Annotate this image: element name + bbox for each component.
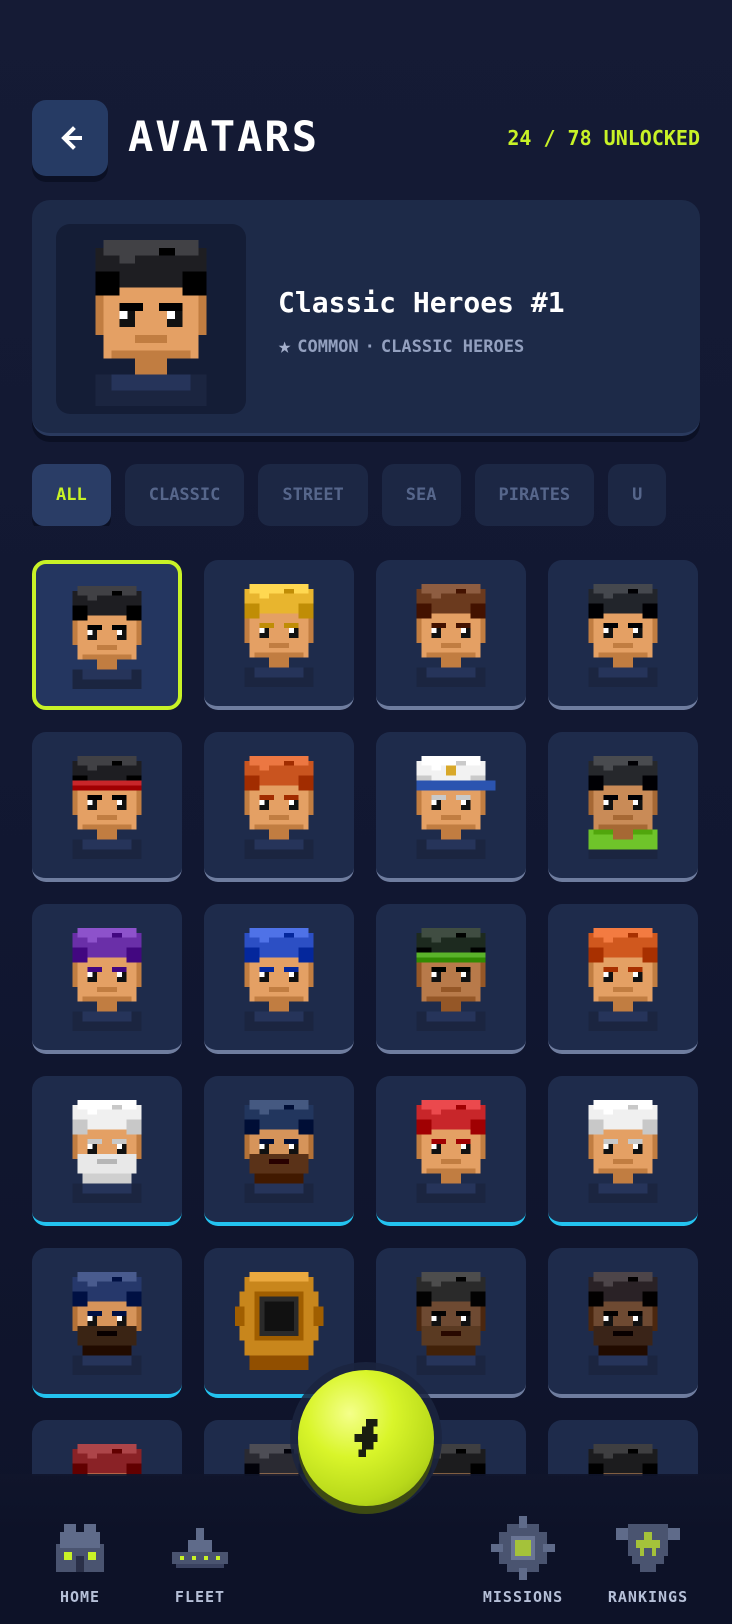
selected-avatar-name: Classic Heroes #1 [278, 286, 565, 319]
avatar-tile-sea-captain[interactable] [32, 1076, 182, 1226]
avatar-portrait [244, 1099, 314, 1204]
avatar-tile-diving-helmet[interactable] [204, 1248, 354, 1398]
avatar-portrait [72, 1099, 142, 1204]
avatar-tile-navy-officer[interactable] [548, 1076, 698, 1226]
avatar-portrait [72, 927, 142, 1032]
home-building-icon [56, 1524, 104, 1572]
nav-rankings[interactable]: RANKINGS [588, 1516, 708, 1606]
avatar-tile-navy-beanie-beard[interactable] [204, 1076, 354, 1226]
avatar-tile-red-bandana-eyepatch[interactable] [376, 1076, 526, 1226]
avatar-tile-red-headband[interactable] [32, 732, 182, 882]
avatar-portrait [72, 755, 142, 860]
nav-missions[interactable]: MISSIONS [463, 1516, 583, 1606]
unlock-counter: 24 / 78 UNLOCKED [507, 126, 700, 150]
avatar-portrait [588, 583, 658, 688]
filter-bar: ALL CLASSIC STREET SEA PIRATES U [32, 464, 700, 526]
avatar-tile-pirate-captain-dark[interactable] [548, 1248, 698, 1398]
avatar-tile-tricorn-partial[interactable] [548, 1420, 698, 1476]
avatar-tile-blue-hair-headphones[interactable] [204, 904, 354, 1054]
avatar-tile-dark-hair[interactable] [548, 560, 698, 710]
nav-home-label: HOME [59, 1588, 101, 1606]
avatar-portrait [416, 1271, 486, 1376]
filter-chip-street[interactable]: STREET [258, 464, 368, 526]
filter-chip-classic[interactable]: CLASSIC [124, 464, 245, 526]
avatar-tile-blonde-hair[interactable] [204, 560, 354, 710]
avatar-portrait [416, 927, 486, 1032]
arrow-left-icon [61, 126, 82, 150]
avatar-tile-ginger-hair[interactable] [204, 732, 354, 882]
avatar-tile-red-pirate-partial[interactable] [32, 1420, 182, 1476]
page-title: AVATARS [128, 112, 320, 161]
avatar-tile-green-headband[interactable] [376, 904, 526, 1054]
avatar-portrait [416, 755, 496, 860]
avatar-portrait [244, 583, 314, 688]
avatar-tile-black-hair[interactable] [32, 560, 182, 710]
filter-chip-u[interactable]: U [608, 464, 667, 526]
nav-home[interactable]: HOME [20, 1516, 140, 1606]
selected-avatar-portrait [56, 224, 246, 414]
avatar-grid [32, 560, 700, 1476]
avatar-portrait [588, 755, 658, 860]
battleship-icon [172, 1528, 228, 1568]
nav-fleet-label: FLEET [174, 1588, 226, 1606]
star-icon: ★ [278, 334, 292, 359]
filter-chip-pirates[interactable]: PIRATES [474, 464, 595, 526]
avatar-portrait [72, 1443, 142, 1476]
avatar-portrait [234, 1271, 324, 1371]
selected-avatar-meta: ★ COMMON · CLASSIC HEROES [278, 334, 524, 359]
rarity-label: COMMON [297, 336, 359, 357]
avatar-tile-pirate-captain-ghost[interactable] [376, 1248, 526, 1398]
nav-rankings-label: RANKINGS [607, 1588, 689, 1606]
lightning-bolt-icon [354, 1418, 378, 1458]
avatar-tile-brown-hair[interactable] [376, 560, 526, 710]
avatar-tile-white-cap[interactable] [376, 732, 526, 882]
avatar-tile-purple-cap[interactable] [32, 904, 182, 1054]
avatar-tile-navy-beanie-officer[interactable] [32, 1248, 182, 1398]
avatar-tile-orange-bucket-hat[interactable] [548, 904, 698, 1054]
filter-chip-all[interactable]: ALL [32, 464, 111, 526]
avatar-portrait [588, 1099, 658, 1204]
avatar-portrait [416, 1099, 486, 1204]
avatar-portrait [72, 1271, 142, 1376]
meta-separator: · [364, 336, 375, 357]
crosshair-target-icon [491, 1516, 555, 1580]
avatar-tile-black-beanie-mask[interactable] [548, 732, 698, 882]
avatar-portrait [244, 927, 314, 1032]
collection-label: CLASSIC HEROES [380, 336, 525, 357]
avatar-portrait [588, 1271, 658, 1376]
quick-action-button[interactable] [298, 1370, 434, 1506]
avatar-portrait [244, 755, 314, 860]
avatar-portrait [588, 927, 658, 1032]
avatar-portrait [416, 583, 486, 688]
header: AVATARS 24 / 78 UNLOCKED [32, 100, 700, 176]
avatar-portrait [72, 585, 142, 690]
nav-missions-label: MISSIONS [482, 1588, 564, 1606]
star-shield-icon [616, 1524, 680, 1572]
nav-fleet[interactable]: FLEET [140, 1516, 260, 1606]
filter-chip-sea[interactable]: SEA [381, 464, 461, 526]
back-button[interactable] [32, 100, 108, 176]
avatar-portrait [588, 1443, 658, 1476]
selected-avatar-card: Classic Heroes #1 ★ COMMON · CLASSIC HER… [32, 200, 700, 436]
